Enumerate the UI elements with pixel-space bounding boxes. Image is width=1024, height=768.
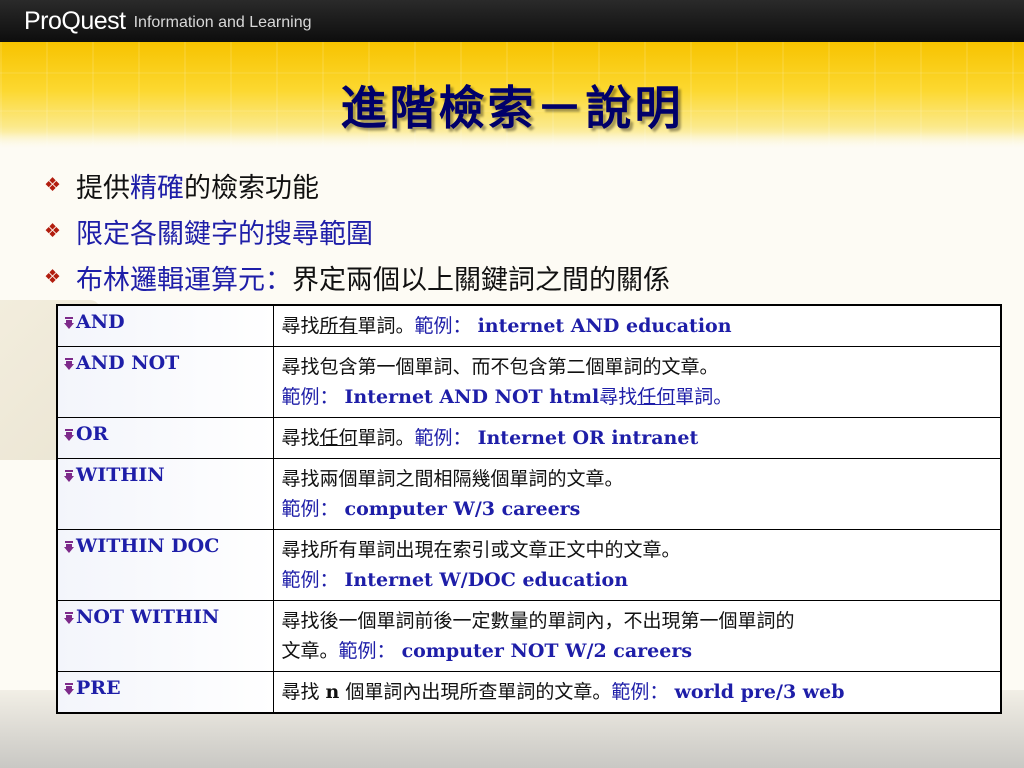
- down-arrow-icon: [64, 353, 74, 370]
- operator-name: AND NOT: [76, 352, 180, 374]
- description-text: 尋找: [599, 386, 638, 408]
- table-row: NOT WITHIN 尋找後一個單詞前後一定數量的單詞內，不出現第一個單詞的 文章。…: [56, 600, 1002, 672]
- description-text: 單詞。: [357, 315, 415, 337]
- operator-cell: PRE: [56, 671, 274, 714]
- description-text: 文章。: [281, 640, 339, 662]
- bullet-item: ❖ 提供 精確 的檢索功能: [44, 162, 670, 208]
- description-line: 尋找所有單詞。範例： internet AND education: [282, 311, 993, 341]
- bullet-text: 的檢索功能: [184, 172, 319, 204]
- description-text: 尋找: [281, 681, 326, 703]
- description-text: Internet AND NOT html: [344, 386, 600, 408]
- description-line: 範例： Internet AND NOT html尋找任何單詞。: [282, 382, 993, 412]
- description-text: 個單詞內出現所查單詞的文章。: [339, 681, 612, 703]
- table-row: PRE 尋找 n 個單詞內出現所查單詞的文章。範例： world pre/3 we…: [56, 671, 1002, 714]
- description-text: 任何: [637, 386, 676, 408]
- bullet-text: 限定各關鍵字的搜尋範圍: [76, 218, 373, 250]
- page-title: 進階檢索－說明: [340, 81, 684, 135]
- operator-cell: NOT WITHIN: [56, 600, 274, 672]
- description-text: Internet OR intranet: [477, 427, 699, 449]
- top-bar: ProQuest Information and Learning: [0, 0, 1024, 42]
- description-line: 文章。範例： computer NOT W/2 careers: [282, 636, 993, 666]
- description-text: 尋找包含第一個單詞、而不包含第二個單詞的文章。: [281, 356, 719, 378]
- description-line: 尋找兩個單詞之間相隔幾個單詞的文章。: [282, 464, 993, 494]
- operator-name: WITHIN DOC: [76, 535, 220, 557]
- table-row: AND NOT 尋找包含第一個單詞、而不包含第二個單詞的文章。 範例： Intern…: [56, 346, 1002, 418]
- description-cell: 尋找包含第一個單詞、而不包含第二個單詞的文章。 範例： Internet AND …: [272, 346, 1002, 418]
- description-text: 任何: [319, 427, 358, 449]
- description-cell: 尋找任何單詞。範例： Internet OR intranet: [272, 417, 1002, 459]
- operator-cell: AND: [56, 304, 274, 347]
- description-line: 尋找 n 個單詞內出現所查單詞的文章。範例： world pre/3 web: [282, 677, 993, 707]
- down-arrow-icon: [64, 312, 74, 329]
- description-text: 範例：: [281, 569, 345, 591]
- description-text: computer NOT W/2 careers: [401, 640, 693, 662]
- diamond-cluster-icon: ❖: [44, 220, 62, 242]
- description-cell: 尋找所有單詞出現在索引或文章正文中的文章。 範例： Internet W/DOC …: [272, 529, 1002, 601]
- down-arrow-icon: [64, 607, 74, 624]
- down-arrow-icon: [64, 465, 74, 482]
- description-text: 範例：: [414, 427, 478, 449]
- description-cell: 尋找兩個單詞之間相隔幾個單詞的文章。 範例： computer W/3 caree…: [272, 458, 1002, 530]
- operator-name: OR: [76, 423, 109, 445]
- diamond-cluster-icon: ❖: [44, 174, 62, 196]
- operator-name: AND: [76, 311, 125, 333]
- description-text: 單詞。: [675, 386, 733, 408]
- bullet-item: ❖ 布林邏輯運算元： 界定兩個以上關鍵詞之間的關係: [44, 254, 670, 300]
- description-text: 範例：: [414, 315, 478, 337]
- bullet-item: ❖ 限定各關鍵字的搜尋範圍: [44, 208, 670, 254]
- operator-table: AND 尋找所有單詞。範例： internet AND education AND …: [56, 304, 1002, 714]
- brand-subtitle: Information and Learning: [133, 14, 312, 31]
- diamond-cluster-icon: ❖: [44, 266, 62, 288]
- description-text: computer W/3 careers: [344, 498, 581, 520]
- description-text: internet AND education: [477, 315, 732, 337]
- table-row: WITHIN DOC 尋找所有單詞出現在索引或文章正文中的文章。 範例： Inter…: [56, 529, 1002, 601]
- operator-name: NOT WITHIN: [76, 606, 220, 628]
- bullet-text: 精確: [130, 172, 184, 204]
- bullet-text: 提供: [76, 172, 130, 204]
- down-arrow-icon: [64, 678, 74, 695]
- description-text: 範例：: [281, 386, 345, 408]
- down-arrow-icon: [64, 424, 74, 441]
- description-line: 尋找任何單詞。範例： Internet OR intranet: [282, 423, 993, 453]
- operator-cell: OR: [56, 417, 274, 459]
- table-row: OR 尋找任何單詞。範例： Internet OR intranet: [56, 417, 1002, 459]
- down-arrow-icon: [64, 536, 74, 553]
- description-text: 尋找: [281, 315, 320, 337]
- description-text: 範例：: [611, 681, 675, 703]
- operator-name: PRE: [76, 677, 121, 699]
- description-text: world pre/3 web: [674, 681, 845, 703]
- description-text: 尋找所有單詞出現在索引或文章正文中的文章。: [281, 539, 681, 561]
- table-row: WITHIN 尋找兩個單詞之間相隔幾個單詞的文章。 範例： computer W/3…: [56, 458, 1002, 530]
- brand-logo: ProQuest: [24, 6, 126, 35]
- description-line: 範例： computer W/3 careers: [282, 494, 993, 524]
- bullet-text: 界定兩個以上關鍵詞之間的關係: [292, 264, 670, 296]
- description-text: Internet W/DOC education: [344, 569, 629, 591]
- description-line: 尋找包含第一個單詞、而不包含第二個單詞的文章。: [282, 352, 993, 382]
- description-text: 單詞。: [357, 427, 415, 449]
- description-text: n: [325, 681, 340, 703]
- operator-cell: WITHIN: [56, 458, 274, 530]
- description-text: 所有: [319, 315, 358, 337]
- bullet-list: ❖ 提供 精確 的檢索功能 ❖ 限定各關鍵字的搜尋範圍 ❖ 布林邏輯運算元： 界定兩個以上關鍵詞…: [44, 162, 670, 300]
- description-line: 尋找所有單詞出現在索引或文章正文中的文章。: [282, 535, 993, 565]
- description-text: 尋找: [281, 427, 320, 449]
- description-line: 範例： Internet W/DOC education: [282, 565, 993, 595]
- description-cell: 尋找所有單詞。範例： internet AND education: [272, 304, 1002, 347]
- operator-cell: WITHIN DOC: [56, 529, 274, 601]
- description-line: 尋找後一個單詞前後一定數量的單詞內，不出現第一個單詞的: [282, 606, 993, 636]
- table-row: AND 尋找所有單詞。範例： internet AND education: [56, 304, 1002, 347]
- description-text: 尋找兩個單詞之間相隔幾個單詞的文章。: [281, 468, 624, 490]
- description-cell: 尋找後一個單詞前後一定數量的單詞內，不出現第一個單詞的 文章。範例： comput…: [272, 600, 1002, 672]
- operator-cell: AND NOT: [56, 346, 274, 418]
- bullet-text: 布林邏輯運算元：: [76, 264, 292, 296]
- description-cell: 尋找 n 個單詞內出現所查單詞的文章。範例： world pre/3 web: [272, 671, 1002, 714]
- description-text: 範例：: [281, 498, 345, 520]
- operator-name: WITHIN: [76, 464, 165, 486]
- description-text: 尋找後一個單詞前後一定數量的單詞內，不出現第一個單詞的: [281, 610, 795, 632]
- description-text: 範例：: [338, 640, 402, 662]
